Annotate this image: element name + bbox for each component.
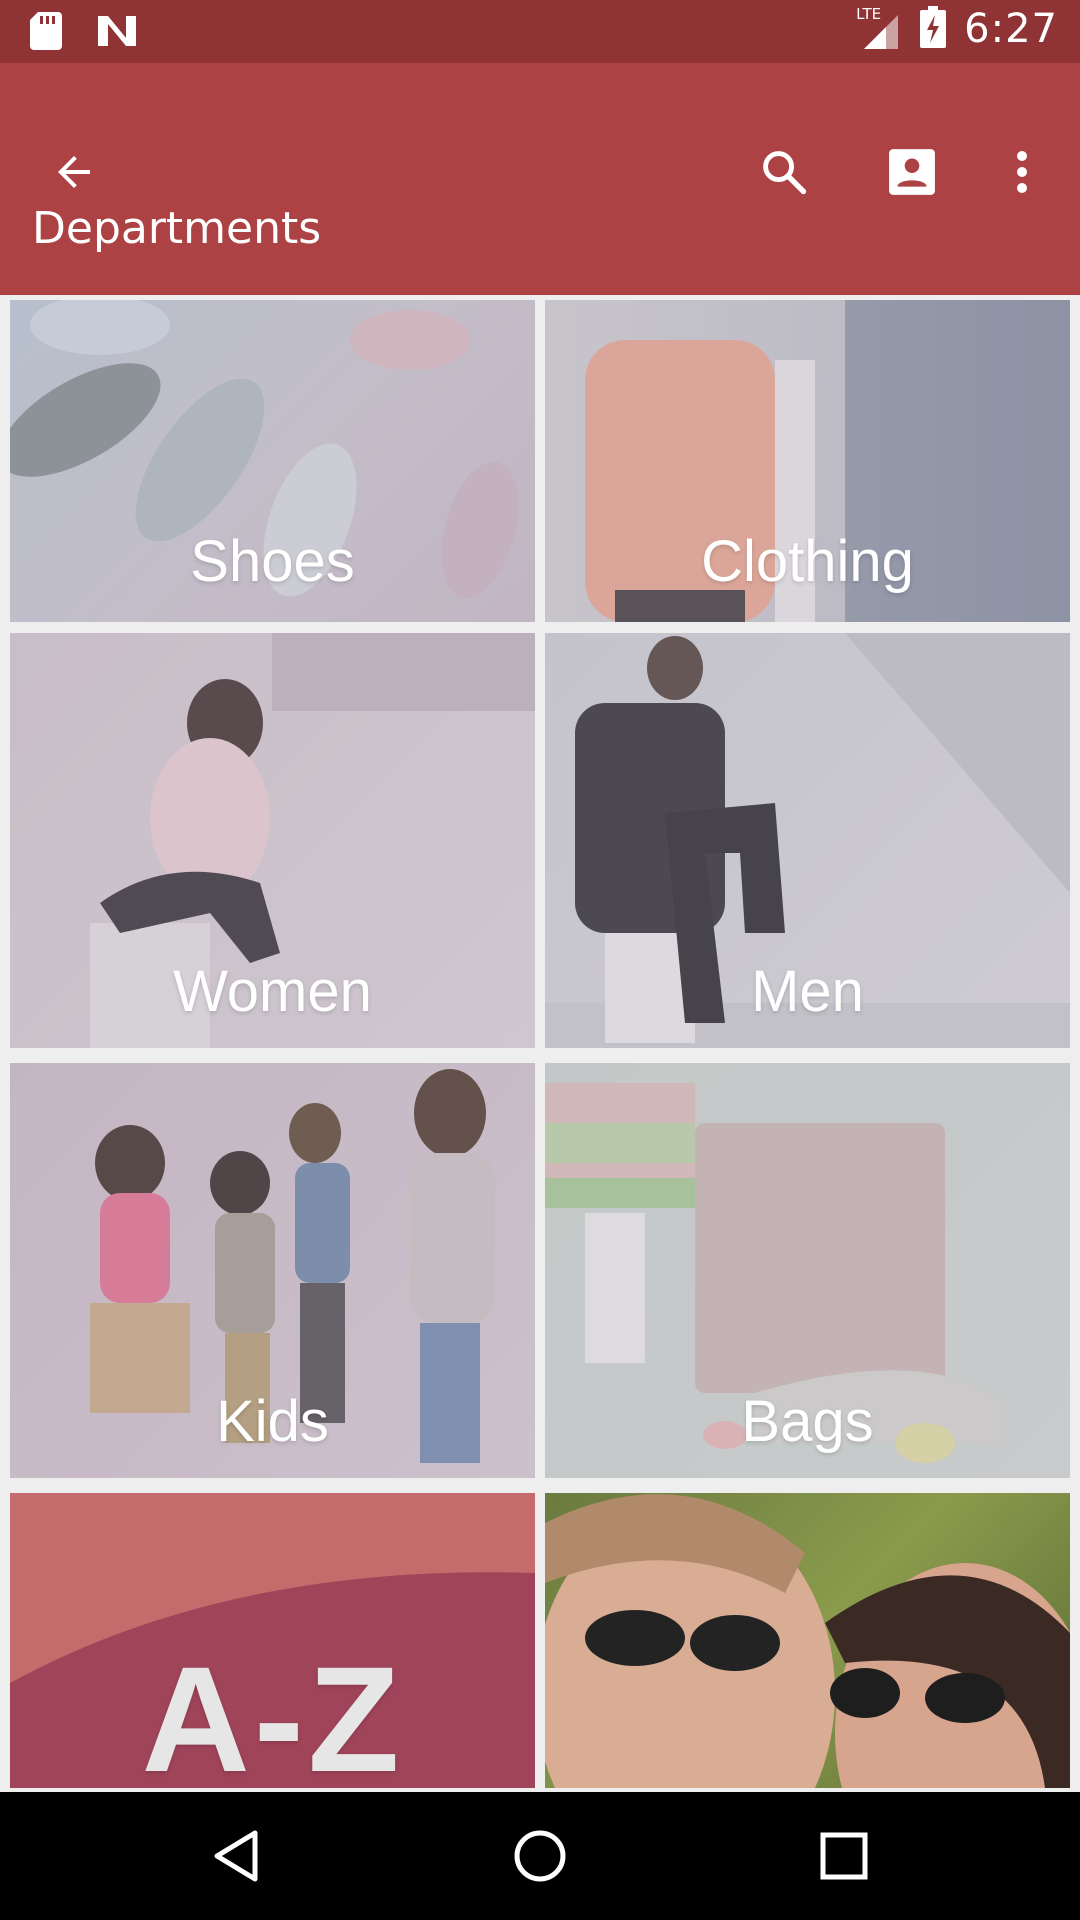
tile-label: Women	[173, 959, 372, 1024]
recents-square-icon	[820, 1832, 868, 1880]
tile-label: Shoes	[190, 529, 355, 594]
n-notification-icon	[96, 14, 138, 52]
department-tile-bags[interactable]: Bags	[545, 1063, 1070, 1478]
tile-label: Bags	[741, 1389, 874, 1454]
status-bar: LTE 6:27	[0, 0, 1080, 63]
tile-label: Clothing	[701, 529, 914, 594]
system-navigation-bar	[0, 1792, 1080, 1920]
status-time: 6:27	[964, 6, 1058, 52]
page-title: Departments	[32, 203, 322, 254]
home-circle-icon	[514, 1830, 566, 1882]
app-bar: Departments	[0, 63, 1080, 295]
nav-recents-button[interactable]	[804, 1816, 884, 1896]
tile-label: Kids	[216, 1389, 329, 1454]
account-icon	[889, 149, 935, 195]
back-button[interactable]	[38, 136, 110, 208]
department-tile-men[interactable]: Men	[545, 633, 1070, 1048]
department-tile-a-z[interactable]: A-Z	[10, 1493, 535, 1788]
department-tile-women[interactable]: Women	[10, 633, 535, 1048]
battery-charging-icon	[920, 6, 947, 52]
search-icon	[763, 151, 807, 195]
department-grid: Shoes Clothing Women Men Kids Bags A-Z	[0, 295, 1080, 1790]
sunglasses-photo	[545, 1494, 1070, 1788]
a-z-label: A-Z	[141, 1635, 404, 1788]
sd-card-icon	[30, 12, 62, 54]
back-triangle-icon	[214, 1830, 258, 1882]
more-vert-icon	[1017, 151, 1027, 193]
nav-home-button[interactable]	[500, 1816, 580, 1896]
department-tile-kids[interactable]: Kids	[10, 1063, 535, 1478]
back-arrow-icon	[58, 156, 90, 188]
more-options-button[interactable]	[986, 136, 1058, 208]
tile-label: Men	[751, 959, 864, 1024]
search-button[interactable]	[748, 136, 820, 208]
department-tile-shoes[interactable]: Shoes	[10, 300, 535, 622]
department-tile-clothing[interactable]: Clothing	[545, 300, 1070, 622]
nav-back-button[interactable]	[196, 1816, 276, 1896]
account-button[interactable]	[876, 136, 948, 208]
signal-icon: LTE	[856, 5, 902, 51]
department-tile-sunglasses[interactable]	[545, 1493, 1070, 1788]
